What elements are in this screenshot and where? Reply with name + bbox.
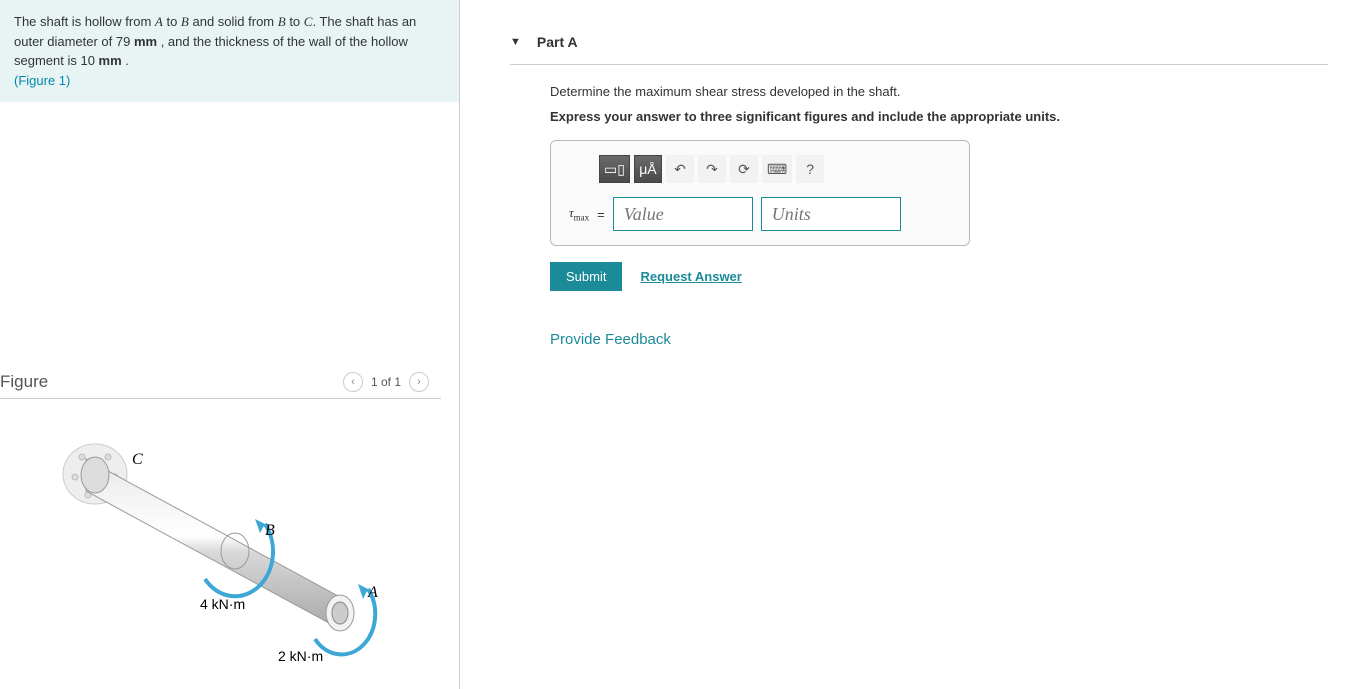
redo-button[interactable]: ↷ (698, 155, 726, 183)
part-instruction: Express your answer to three significant… (550, 109, 1310, 124)
part-body: Determine the maximum shear stress devel… (510, 65, 1310, 348)
figure-nav: ‹ 1 of 1 › (343, 372, 429, 392)
figure-counter: 1 of 1 (371, 375, 401, 389)
keyboard-button[interactable]: ⌨ (762, 155, 792, 183)
provide-feedback-link[interactable]: Provide Feedback (550, 331, 671, 348)
figure-label-C: C (132, 451, 143, 468)
units-input[interactable] (761, 197, 901, 231)
figure-label-B: B (265, 522, 275, 539)
undo-button[interactable]: ↶ (666, 155, 694, 183)
special-chars-button[interactable]: μÅ (634, 155, 662, 183)
shaft-figure: C B A 4 kN·m 2 kN·m (40, 429, 400, 669)
request-answer-link[interactable]: Request Answer (640, 269, 741, 284)
part-header[interactable]: ▼ Part A (510, 20, 1328, 65)
variable-label: τmax (569, 205, 589, 223)
collapse-icon: ▼ (510, 36, 521, 48)
help-button[interactable]: ? (796, 155, 824, 183)
templates-button[interactable]: ▭▯ (599, 155, 630, 183)
part-prompt: Determine the maximum shear stress devel… (550, 83, 1310, 101)
problem-statement: The shaft is hollow from A to B and soli… (0, 0, 459, 102)
figure-reference-link[interactable]: (Figure 1) (14, 73, 70, 88)
figure-title: Figure (0, 372, 48, 392)
submit-button[interactable]: Submit (550, 262, 622, 291)
equals-sign: = (597, 207, 605, 222)
figure-torque-B: 4 kN·m (200, 596, 245, 612)
problem-text: The shaft is hollow from A to B and soli… (14, 14, 416, 68)
figure-next-button[interactable]: › (409, 372, 429, 392)
answer-box: ▭▯ μÅ ↶ ↷ ⟳ ⌨ ? τmax = (550, 140, 970, 246)
figure-section: Figure ‹ 1 of 1 › (0, 366, 459, 689)
submit-row: Submit Request Answer (550, 262, 1310, 291)
figure-torque-A: 2 kN·m (278, 648, 323, 664)
reset-button[interactable]: ⟳ (730, 155, 758, 183)
figure-body: C B A 4 kN·m 2 kN·m (0, 399, 459, 679)
answer-toolbar: ▭▯ μÅ ↶ ↷ ⟳ ⌨ ? (599, 155, 951, 183)
right-panel: ▼ Part A Determine the maximum shear str… (460, 0, 1358, 689)
value-input[interactable] (613, 197, 753, 231)
figure-prev-button[interactable]: ‹ (343, 372, 363, 392)
figure-label-A: A (367, 584, 378, 601)
part-title: Part A (537, 34, 578, 50)
left-panel: The shaft is hollow from A to B and soli… (0, 0, 460, 689)
answer-input-row: τmax = (569, 197, 951, 231)
